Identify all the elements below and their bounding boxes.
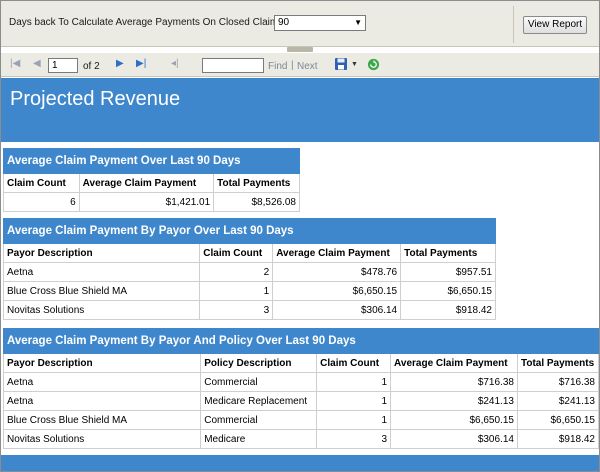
table-cell: Commercial xyxy=(200,410,318,430)
table-row: Novitas Solutions 3 $306.14 $918.42 xyxy=(2,300,496,320)
table-cell: $478.76 xyxy=(272,262,402,282)
table-cell: 1 xyxy=(316,391,392,411)
table-cell: $6,650.15 xyxy=(272,281,402,301)
table-cell: Novitas Solutions xyxy=(2,300,201,320)
table-row: Novitas Solutions Medicare 3 $306.14 $91… xyxy=(2,429,600,449)
table-cell: $306.14 xyxy=(390,429,518,449)
table-cell: $6,650.15 xyxy=(400,281,496,301)
column-header: Policy Description xyxy=(200,353,318,373)
table-payment-by-payor: Average Claim Payment By Payor Over Last… xyxy=(2,218,496,320)
table-cell: $716.38 xyxy=(390,372,518,392)
table-cell: $306.14 xyxy=(272,300,402,320)
column-header: Average Claim Payment xyxy=(390,353,518,373)
table-cell: 3 xyxy=(199,300,274,320)
previous-page-icon[interactable]: ◀ xyxy=(33,58,41,70)
table-cell: Medicare Replacement xyxy=(200,391,318,411)
days-back-label: Days back To Calculate Average Payments … xyxy=(9,17,284,28)
table-cell: Novitas Solutions xyxy=(2,429,202,449)
table-cell: $918.42 xyxy=(400,300,496,320)
column-header: Total Payments xyxy=(213,173,300,193)
table-cell: $8,526.08 xyxy=(213,192,300,212)
refresh-icon[interactable] xyxy=(367,58,380,71)
table-cell: 1 xyxy=(316,372,392,392)
export-dropdown-icon[interactable]: ▼ xyxy=(351,61,358,68)
view-report-button[interactable]: View Report xyxy=(523,16,587,34)
param-divider xyxy=(513,6,514,43)
table-cell: 2 xyxy=(199,262,274,282)
table-title: Average Claim Payment By Payor Over Last… xyxy=(2,218,402,244)
table-cell: 6 xyxy=(3,192,80,212)
table-cell: 1 xyxy=(316,410,392,430)
table-cell: $1,421.01 xyxy=(78,192,215,212)
collapse-parameters-handle[interactable] xyxy=(287,47,313,52)
column-header: Average Claim Payment xyxy=(272,243,402,263)
last-page-icon[interactable]: ▶| xyxy=(136,58,146,70)
find-separator: | xyxy=(291,60,294,71)
table-cell: Aetna xyxy=(2,391,202,411)
column-header: Total Payments xyxy=(400,243,496,263)
table-title: Average Claim Payment By Payor And Polic… xyxy=(3,328,518,354)
days-back-value: 90 xyxy=(278,17,290,28)
table-cell: Aetna xyxy=(2,372,202,392)
table-row: Aetna 2 $478.76 $957.51 xyxy=(2,262,496,282)
table-cell: $716.38 xyxy=(516,372,600,392)
title-cell-filler xyxy=(516,328,600,354)
next-page-icon[interactable]: ▶ xyxy=(116,58,124,70)
parameter-bar: Days back To Calculate Average Payments … xyxy=(1,1,599,47)
table-avg-claim-payment: Average Claim Payment Over Last 90 Days … xyxy=(3,148,300,212)
table-cell: $6,650.15 xyxy=(390,410,518,430)
table-cell: $241.13 xyxy=(516,391,600,411)
report-header: Projected Revenue xyxy=(1,78,599,142)
find-next-link[interactable]: Next xyxy=(297,61,318,72)
table-row: Aetna Commercial 1 $716.38 $716.38 xyxy=(2,372,600,392)
column-header: Claim Count xyxy=(199,243,274,263)
table-title: Average Claim Payment Over Last 90 Days xyxy=(3,148,300,174)
column-header: Claim Count xyxy=(3,173,80,193)
table-row: Aetna Medicare Replacement 1 $241.13 $24… xyxy=(2,391,600,411)
days-back-select[interactable]: 90 ▼ xyxy=(274,15,366,31)
back-icon[interactable]: ◂| xyxy=(171,58,179,70)
column-header: Average Claim Payment xyxy=(78,173,215,193)
table-cell: Medicare xyxy=(200,429,318,449)
find-text-input[interactable] xyxy=(202,58,264,73)
table-cell: Aetna xyxy=(2,262,201,282)
table-cell: 3 xyxy=(316,429,392,449)
first-page-icon[interactable]: |◀ xyxy=(10,58,20,70)
table-cell: $6,650.15 xyxy=(516,410,600,430)
column-header: Claim Count xyxy=(316,353,392,373)
report-title: Projected Revenue xyxy=(10,88,181,110)
table-cell: Blue Cross Blue Shield MA xyxy=(2,410,202,430)
table-cell: $241.13 xyxy=(390,391,518,411)
table-cell: Blue Cross Blue Shield MA xyxy=(2,281,201,301)
column-header: Payor Description xyxy=(2,243,201,263)
table-row: 6 $1,421.01 $8,526.08 xyxy=(3,192,300,212)
table-row: Blue Cross Blue Shield MA Commercial 1 $… xyxy=(2,410,600,430)
find-link[interactable]: Find xyxy=(268,61,287,72)
table-cell: $918.42 xyxy=(516,429,600,449)
table-cell: $957.51 xyxy=(400,262,496,282)
report-footer-strip xyxy=(1,455,599,471)
save-icon[interactable] xyxy=(334,57,348,71)
table-payment-by-payor-policy: Average Claim Payment By Payor And Polic… xyxy=(2,328,600,449)
page-number-input[interactable]: 1 xyxy=(48,58,78,73)
page-count-label: of 2 xyxy=(83,61,100,72)
table-cell: Commercial xyxy=(200,372,318,392)
table-row: Blue Cross Blue Shield MA 1 $6,650.15 $6… xyxy=(2,281,496,301)
report-toolbar: |◀ ◀ 1 of 2 ▶ ▶| ◂| Find | Next ▼ xyxy=(1,53,599,77)
table-cell: 1 xyxy=(199,281,274,301)
column-header: Total Payments xyxy=(516,353,600,373)
title-cell-filler xyxy=(400,218,496,244)
dropdown-arrow-icon[interactable]: ▼ xyxy=(354,17,362,29)
column-header: Payor Description xyxy=(2,353,202,373)
